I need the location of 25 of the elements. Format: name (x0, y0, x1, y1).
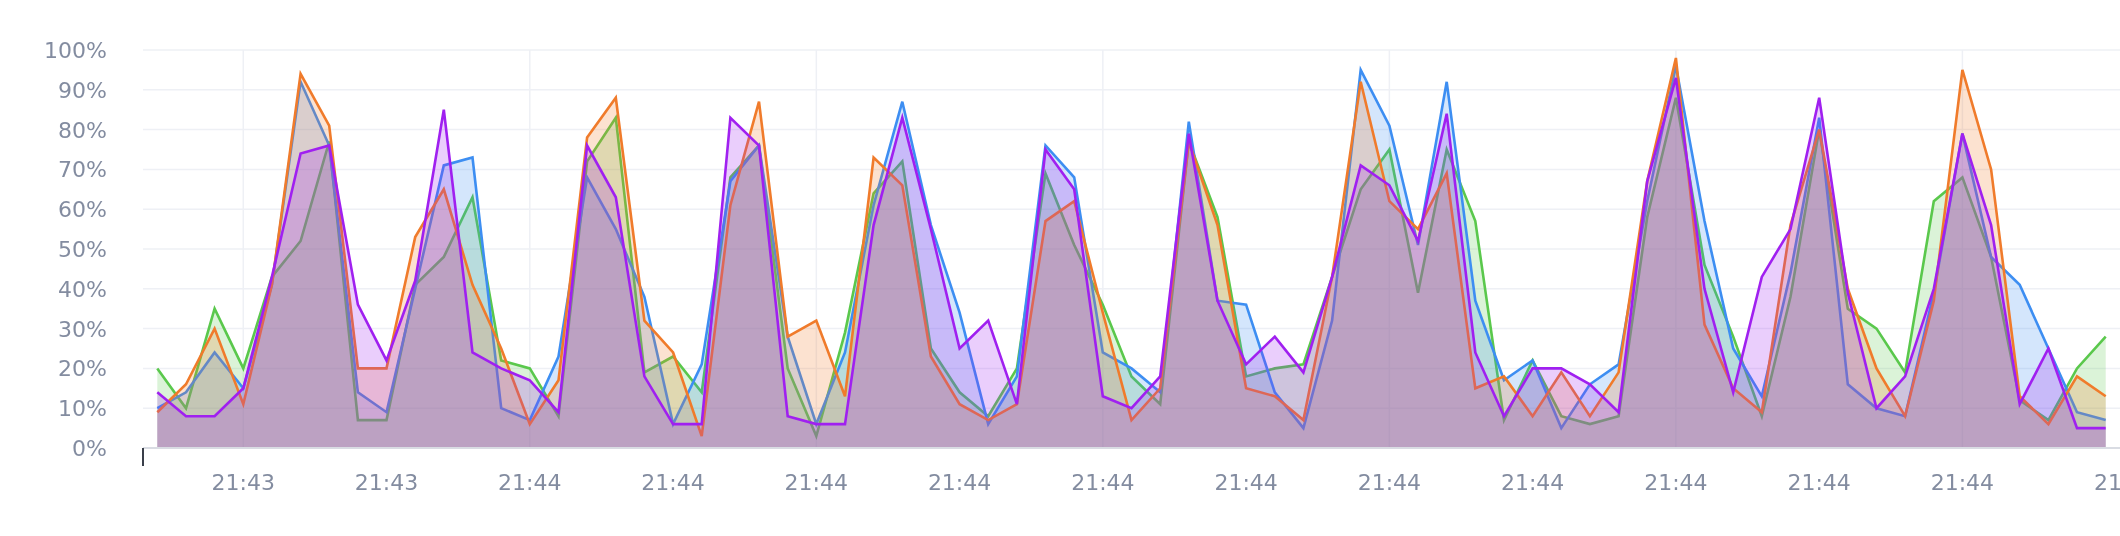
x-tick-label: 21:44 (1214, 470, 1278, 495)
x-tick-label: 21:44 (1357, 470, 1422, 495)
y-tick-label: 100% (44, 38, 107, 63)
y-tick-label: 80% (58, 117, 107, 143)
y-tick-label: 50% (58, 237, 107, 262)
y-tick-label: 20% (58, 356, 107, 382)
x-tick-label: 21:44 (498, 470, 562, 495)
x-tick-label: 21:44 (641, 470, 705, 495)
y-tick-label: 60% (58, 197, 107, 223)
x-tick-label: 21:43 (211, 470, 275, 495)
y-tick-label: 0% (72, 436, 107, 461)
x-tick-label: 21:44 (1930, 470, 1995, 495)
x-tick-label: 21 (2094, 470, 2120, 495)
x-tick-label: 21:44 (784, 470, 849, 495)
y-tick-label: 10% (58, 396, 107, 422)
x-tick-label: 21:44 (1644, 470, 1708, 495)
y-tick-label: 30% (58, 316, 107, 342)
x-tick-label: 21:44 (1071, 470, 1135, 495)
y-tick-label: 90% (58, 77, 107, 103)
x-tick-label: 21:43 (354, 470, 419, 495)
y-tick-label: 70% (58, 157, 107, 183)
x-tick-label: 21:44 (1787, 470, 1851, 495)
x-tick-label: 21:44 (927, 470, 992, 495)
x-tick-label: 21:44 (1500, 470, 1565, 495)
y-tick-label: 40% (58, 276, 107, 302)
